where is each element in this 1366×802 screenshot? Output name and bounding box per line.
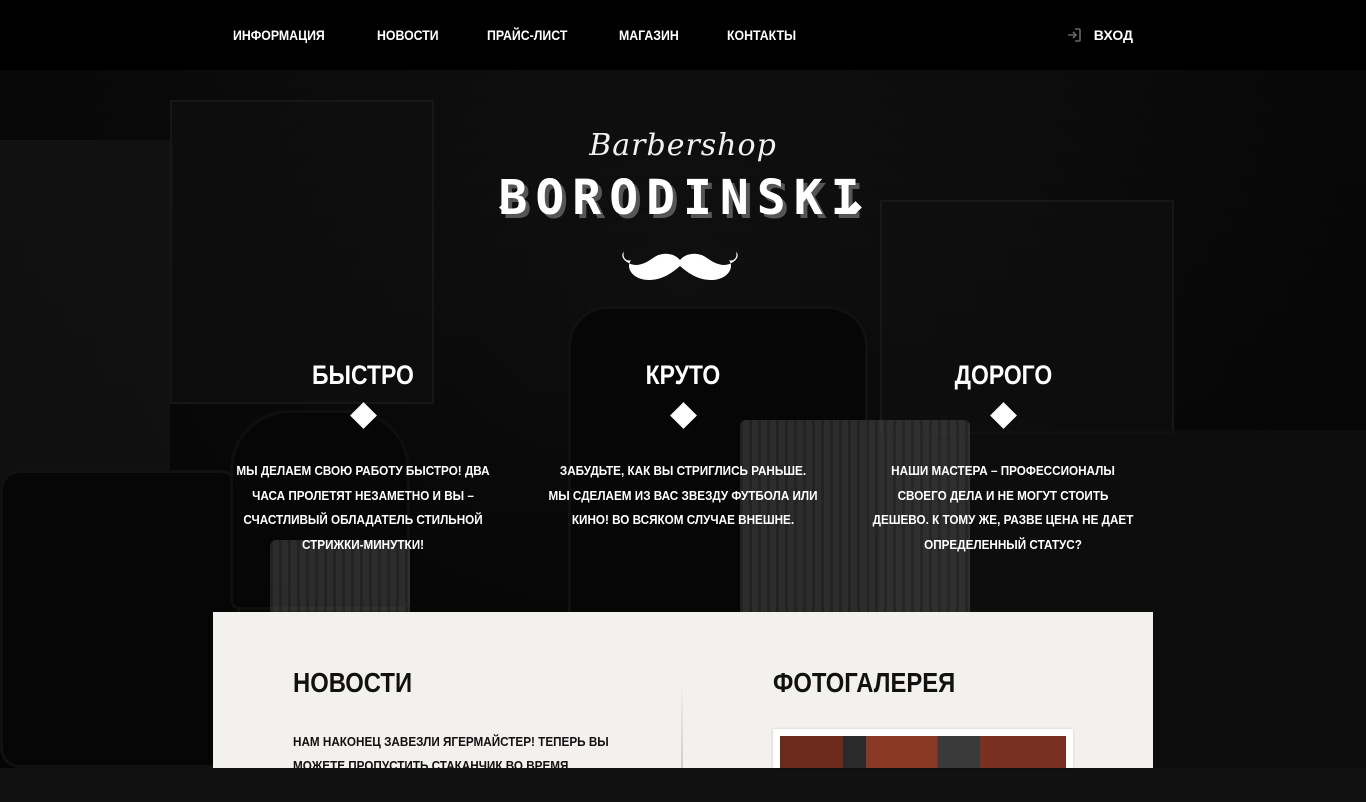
nav-item-price-list[interactable]: ПРАЙС-ЛИСТ: [487, 27, 567, 43]
feature-text: НАШИ МАСТЕРА – ПРОФЕССИОНАЛЫ СВОЕГО ДЕЛА…: [872, 463, 1134, 552]
feature-fast: БЫСТРО МЫ ДЕЛАЕМ СВОЮ РАБОТУ БЫСТРО! ДВА…: [213, 360, 513, 557]
nav-item-info[interactable]: ИНФОРМАЦИЯ: [233, 27, 325, 43]
feature-title: ДОРОГО: [954, 360, 1052, 390]
login-link[interactable]: ВХОД: [1066, 0, 1133, 70]
content-panel: НОВОСТИ НАМ НАКОНЕЦ ЗАВЕЗЛИ ЯГЕРМАЙСТЕР!…: [213, 612, 1153, 797]
diamond-icon: [989, 402, 1017, 429]
gallery-title: ФОТОГАЛЕРЕЯ: [773, 667, 956, 698]
nav-item-contacts[interactable]: КОНТАКТЫ: [727, 27, 796, 43]
brand-name: BORODINSKI: [498, 170, 868, 226]
gallery-photo: [780, 736, 1066, 768]
feature-expensive: ДОРОГО НАШИ МАСТЕРА – ПРОФЕССИОНАЛЫ СВОЕ…: [853, 360, 1153, 557]
nav-item-shop[interactable]: МАГАЗИН: [619, 27, 679, 43]
feature-title: КРУТО: [645, 360, 721, 390]
feature-text: ЗАБУДЬТЕ, КАК ВЫ СТРИГЛИСЬ РАНЬШЕ. МЫ СД…: [548, 463, 818, 527]
mustache-icon: [622, 252, 738, 280]
diamond-icon: [669, 402, 697, 429]
news-item-text[interactable]: НАМ НАКОНЕЦ ЗАВЕЗЛИ ЯГЕРМАЙСТЕР! ТЕПЕРЬ …: [293, 730, 617, 802]
feature-text: МЫ ДЕЛАЕМ СВОЮ РАБОТУ БЫСТРО! ДВА ЧАСА П…: [236, 463, 490, 552]
nav-item-news[interactable]: НОВОСТИ: [377, 27, 439, 43]
feature-title: БЫСТРО: [312, 360, 414, 390]
news-title: НОВОСТИ: [293, 667, 413, 698]
column-divider: [681, 682, 683, 768]
login-label: ВХОД: [1093, 27, 1133, 43]
feature-cool: КРУТО ЗАБУДЬТЕ, КАК ВЫ СТРИГЛИСЬ РАНЬШЕ.…: [533, 360, 833, 533]
gallery-photo-frame[interactable]: [773, 729, 1073, 768]
brand-script-title: Barbershop: [589, 128, 777, 163]
top-navigation-bar: ИНФОРМАЦИЯ НОВОСТИ ПРАЙС-ЛИСТ МАГАЗИН КО…: [0, 0, 1366, 70]
main-nav: ИНФОРМАЦИЯ НОВОСТИ ПРАЙС-ЛИСТ МАГАЗИН КО…: [233, 0, 845, 70]
sign-in-icon: [1067, 28, 1081, 42]
diamond-icon: [349, 402, 377, 429]
